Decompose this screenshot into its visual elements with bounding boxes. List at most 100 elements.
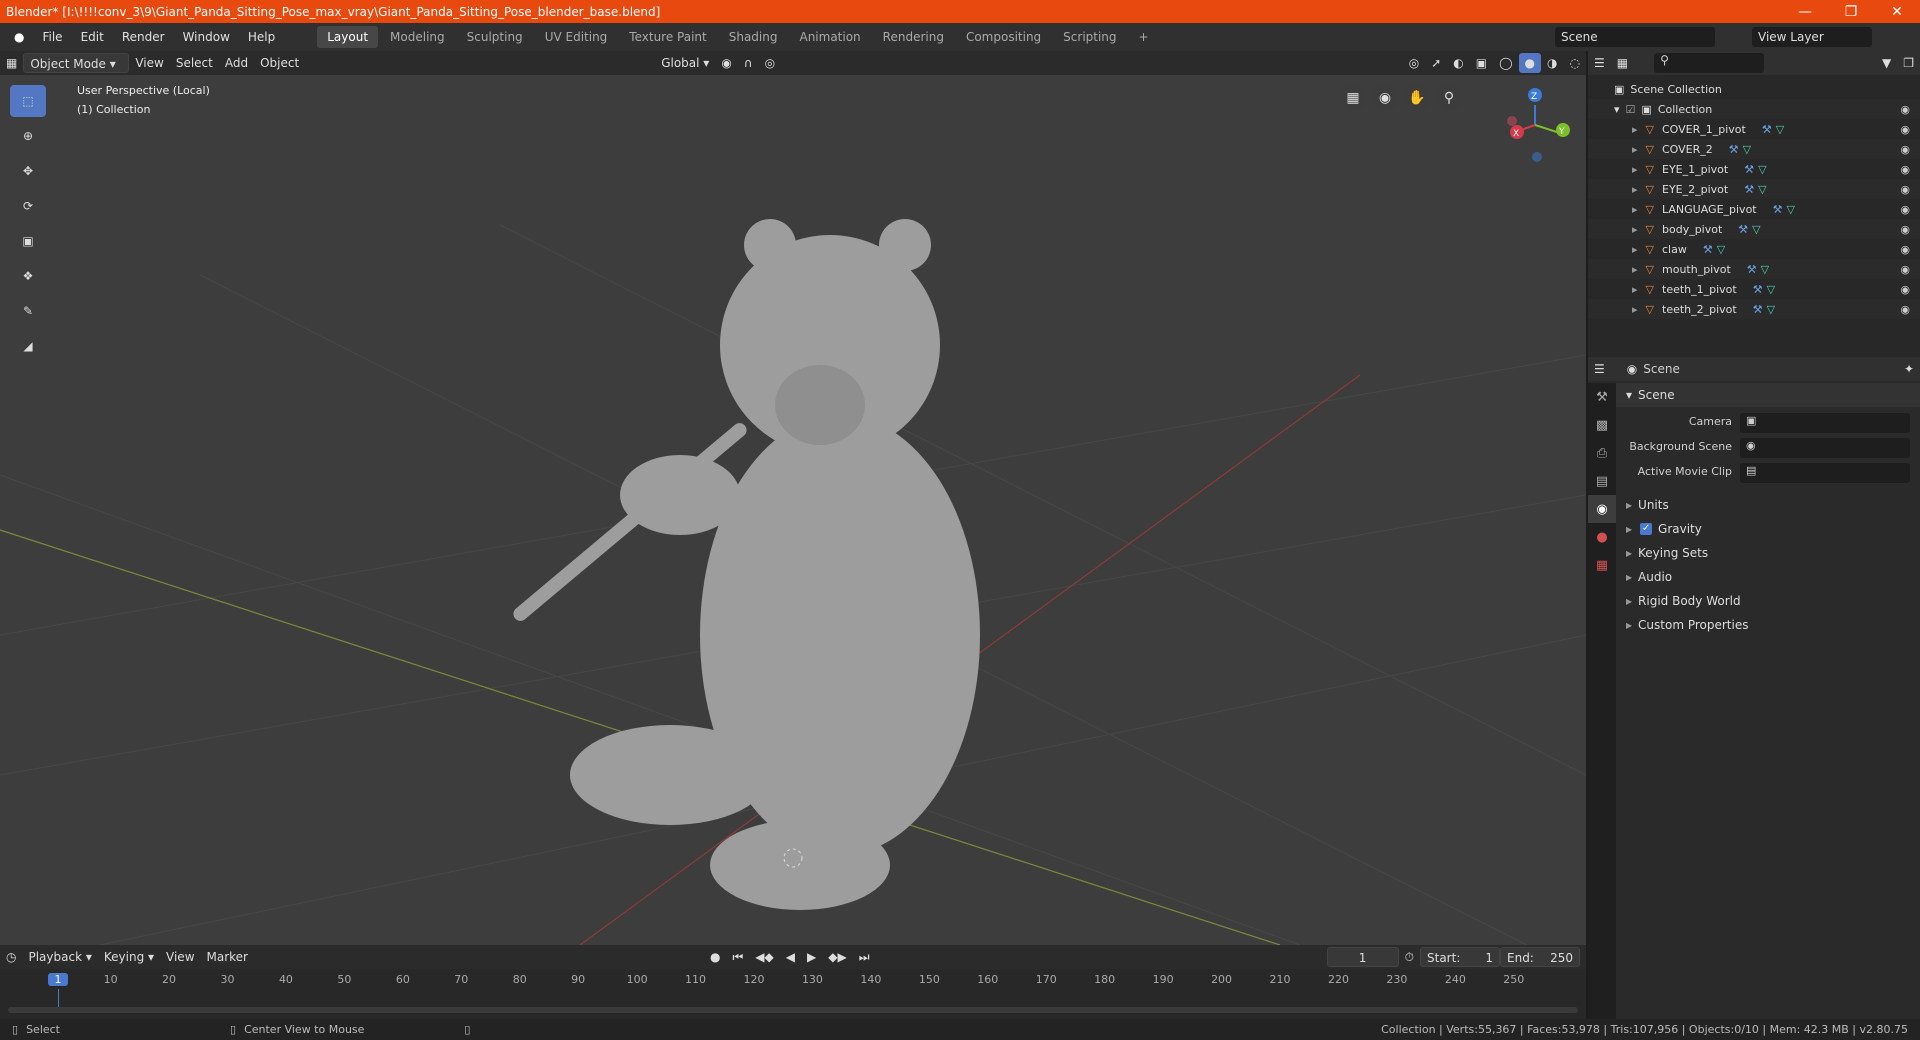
- outliner-search-input[interactable]: ⚲: [1654, 53, 1765, 73]
- maximize-button[interactable]: ❐: [1828, 4, 1874, 20]
- modifier-wrench-icon[interactable]: ⚒: [1703, 243, 1713, 256]
- start-frame-field[interactable]: Start: 1: [1420, 947, 1500, 967]
- tab-layout[interactable]: Layout: [317, 26, 379, 48]
- rotate-tool-icon[interactable]: ⟳: [10, 190, 46, 222]
- properties-section[interactable]: ▸ Units: [1616, 493, 1920, 517]
- world-tab-icon[interactable]: ●: [1588, 523, 1616, 551]
- tab-modeling[interactable]: Modeling: [380, 26, 455, 48]
- tab-rendering[interactable]: Rendering: [873, 26, 954, 48]
- outliner-item[interactable]: ▸ ▽ claw ⚒ ▽ ◉: [1588, 239, 1920, 259]
- timeline-editor-icon[interactable]: ◷: [0, 947, 22, 967]
- stopwatch-icon[interactable]: ⏱: [1399, 947, 1420, 967]
- navigation-gizmo[interactable]: Z Y X: [1507, 88, 1570, 162]
- mesh-data-icon[interactable]: ▽: [1717, 243, 1725, 256]
- tab-sculpting[interactable]: Sculpting: [457, 26, 533, 48]
- end-frame-field[interactable]: End: 250: [1500, 947, 1580, 967]
- mesh-data-icon[interactable]: ▽: [1758, 163, 1766, 176]
- pan-hand-icon[interactable]: ✋: [1404, 85, 1430, 111]
- menu-timeline-view[interactable]: View: [160, 947, 200, 967]
- mesh-data-icon[interactable]: ▽: [1767, 283, 1775, 296]
- camera-field[interactable]: ▣: [1740, 413, 1910, 433]
- outliner-item[interactable]: ▸ ▽ body_pivot ⚒ ▽ ◉: [1588, 219, 1920, 239]
- properties-section[interactable]: ▸ Audio: [1616, 565, 1920, 589]
- close-button[interactable]: ✕: [1874, 4, 1920, 20]
- view-layer-tab-icon[interactable]: ▤: [1588, 467, 1616, 495]
- pin-icon[interactable]: ✦: [1898, 359, 1920, 379]
- menu-keying[interactable]: Keying ▾: [98, 947, 160, 967]
- xray-icon[interactable]: ▣: [1470, 53, 1493, 73]
- gravity-checkbox[interactable]: ✓: [1640, 523, 1653, 535]
- tab-shading[interactable]: Shading: [719, 26, 788, 48]
- visibility-eye-icon[interactable]: ◉: [1900, 143, 1910, 156]
- outliner-editor-icon[interactable]: ☰: [1588, 53, 1611, 73]
- proportional-edit-icon[interactable]: ◎: [759, 53, 781, 73]
- mesh-data-icon[interactable]: ▽: [1776, 123, 1784, 136]
- overlay-toggle-icon[interactable]: ◐: [1447, 53, 1469, 73]
- outliner-item[interactable]: ▸ ▽ EYE_2_pivot ⚒ ▽ ◉: [1588, 179, 1920, 199]
- menu-render[interactable]: Render: [114, 26, 173, 48]
- modifier-wrench-icon[interactable]: ⚒: [1753, 303, 1763, 316]
- visibility-eye-icon[interactable]: ◉: [1900, 183, 1910, 196]
- background-scene-field[interactable]: ◉: [1740, 438, 1910, 458]
- tab-texture-paint[interactable]: Texture Paint: [619, 26, 716, 48]
- expand-arrow-icon[interactable]: ▸: [1632, 263, 1638, 276]
- panda-model[interactable]: [511, 219, 980, 910]
- mesh-data-icon[interactable]: ▽: [1752, 223, 1760, 236]
- jump-end-button[interactable]: ⏭: [853, 947, 876, 967]
- visibility-eye-icon[interactable]: ◉: [1900, 163, 1910, 176]
- select-box-tool-icon[interactable]: ⬚: [10, 85, 46, 117]
- add-workspace-button[interactable]: +: [1129, 26, 1159, 48]
- 3d-viewport[interactable]: Z Y X User Perspective (Local) (1) Colle…: [0, 75, 1586, 945]
- move-tool-icon[interactable]: ✥: [10, 155, 46, 187]
- zoom-icon[interactable]: ⚲: [1436, 85, 1462, 111]
- scale-tool-icon[interactable]: ▣: [10, 225, 46, 257]
- visibility-eye-icon[interactable]: ◉: [1900, 243, 1910, 256]
- outliner-collection[interactable]: ▾ ☑ ▣ Collection ◉: [1588, 99, 1920, 119]
- display-mode-icon[interactable]: ▦: [1611, 53, 1634, 73]
- visibility-icon[interactable]: ◎: [1403, 53, 1425, 73]
- measure-tool-icon[interactable]: ◢: [10, 330, 46, 362]
- cursor-tool-icon[interactable]: ⊕: [10, 120, 46, 152]
- menu-select[interactable]: Select: [170, 53, 219, 73]
- timeline-ruler[interactable]: 1 10 20 30 40 50 60 70 80 90 100 110 120 130 140 150 160…: [0, 973, 1586, 989]
- scene-tab-icon[interactable]: ◉: [1588, 495, 1616, 523]
- outliner-item[interactable]: ▸ ▽ teeth_1_pivot ⚒ ▽ ◉: [1588, 279, 1920, 299]
- tab-compositing[interactable]: Compositing: [956, 26, 1051, 48]
- menu-help[interactable]: Help: [240, 26, 283, 48]
- expand-arrow-icon[interactable]: ▸: [1632, 143, 1638, 156]
- texture-tab-icon[interactable]: ▦: [1588, 551, 1616, 579]
- outliner-item[interactable]: ▸ ▽ teeth_2_pivot ⚒ ▽ ◉: [1588, 299, 1920, 319]
- menu-marker[interactable]: Marker: [201, 947, 254, 967]
- visibility-eye-icon[interactable]: ◉: [1900, 283, 1910, 296]
- tab-uv-editing[interactable]: UV Editing: [535, 26, 618, 48]
- modifier-wrench-icon[interactable]: ⚒: [1762, 123, 1772, 136]
- movie-clip-field[interactable]: ▤: [1740, 463, 1910, 483]
- record-button[interactable]: ●: [704, 947, 726, 967]
- render-tab-icon[interactable]: ▩: [1588, 411, 1616, 439]
- expand-arrow-icon[interactable]: ▸: [1632, 203, 1638, 216]
- gizmo-toggle-icon[interactable]: ➚: [1425, 53, 1447, 73]
- outliner-item[interactable]: ▸ ▽ COVER_1_pivot ⚒ ▽ ◉: [1588, 119, 1920, 139]
- expand-arrow-icon[interactable]: ▸: [1632, 163, 1638, 176]
- outliner-scene-collection[interactable]: ▣ Scene Collection: [1588, 79, 1920, 99]
- blender-logo-icon[interactable]: ●: [6, 26, 32, 48]
- wireframe-shading-icon[interactable]: ◯: [1493, 53, 1518, 73]
- menu-window[interactable]: Window: [175, 26, 238, 48]
- minimize-button[interactable]: —: [1782, 4, 1828, 20]
- view-layer-selector[interactable]: View Layer: [1752, 27, 1872, 47]
- menu-object[interactable]: Object: [254, 53, 305, 73]
- scene-selector[interactable]: Scene: [1555, 27, 1715, 47]
- expand-arrow-icon[interactable]: ▸: [1632, 123, 1638, 136]
- new-collection-icon[interactable]: ❐: [1897, 53, 1920, 73]
- outliner-item[interactable]: ▸ ▽ mouth_pivot ⚒ ▽ ◉: [1588, 259, 1920, 279]
- play-button[interactable]: ▶: [801, 947, 822, 967]
- editor-type-icon[interactable]: ▦: [0, 53, 23, 73]
- timeline-area[interactable]: 1 10 20 30 40 50 60 70 80 90 100 110 120 130 140 150 160…: [0, 969, 1586, 1019]
- mesh-data-icon[interactable]: ▽: [1767, 303, 1775, 316]
- pivot-icon[interactable]: ◉: [715, 53, 737, 73]
- modifier-wrench-icon[interactable]: ⚒: [1773, 203, 1783, 216]
- output-tab-icon[interactable]: ⎙: [1588, 439, 1616, 467]
- expand-arrow-icon[interactable]: ▾: [1614, 103, 1620, 116]
- menu-playback[interactable]: Playback ▾: [22, 947, 97, 967]
- properties-section[interactable]: ▸ Rigid Body World: [1616, 589, 1920, 613]
